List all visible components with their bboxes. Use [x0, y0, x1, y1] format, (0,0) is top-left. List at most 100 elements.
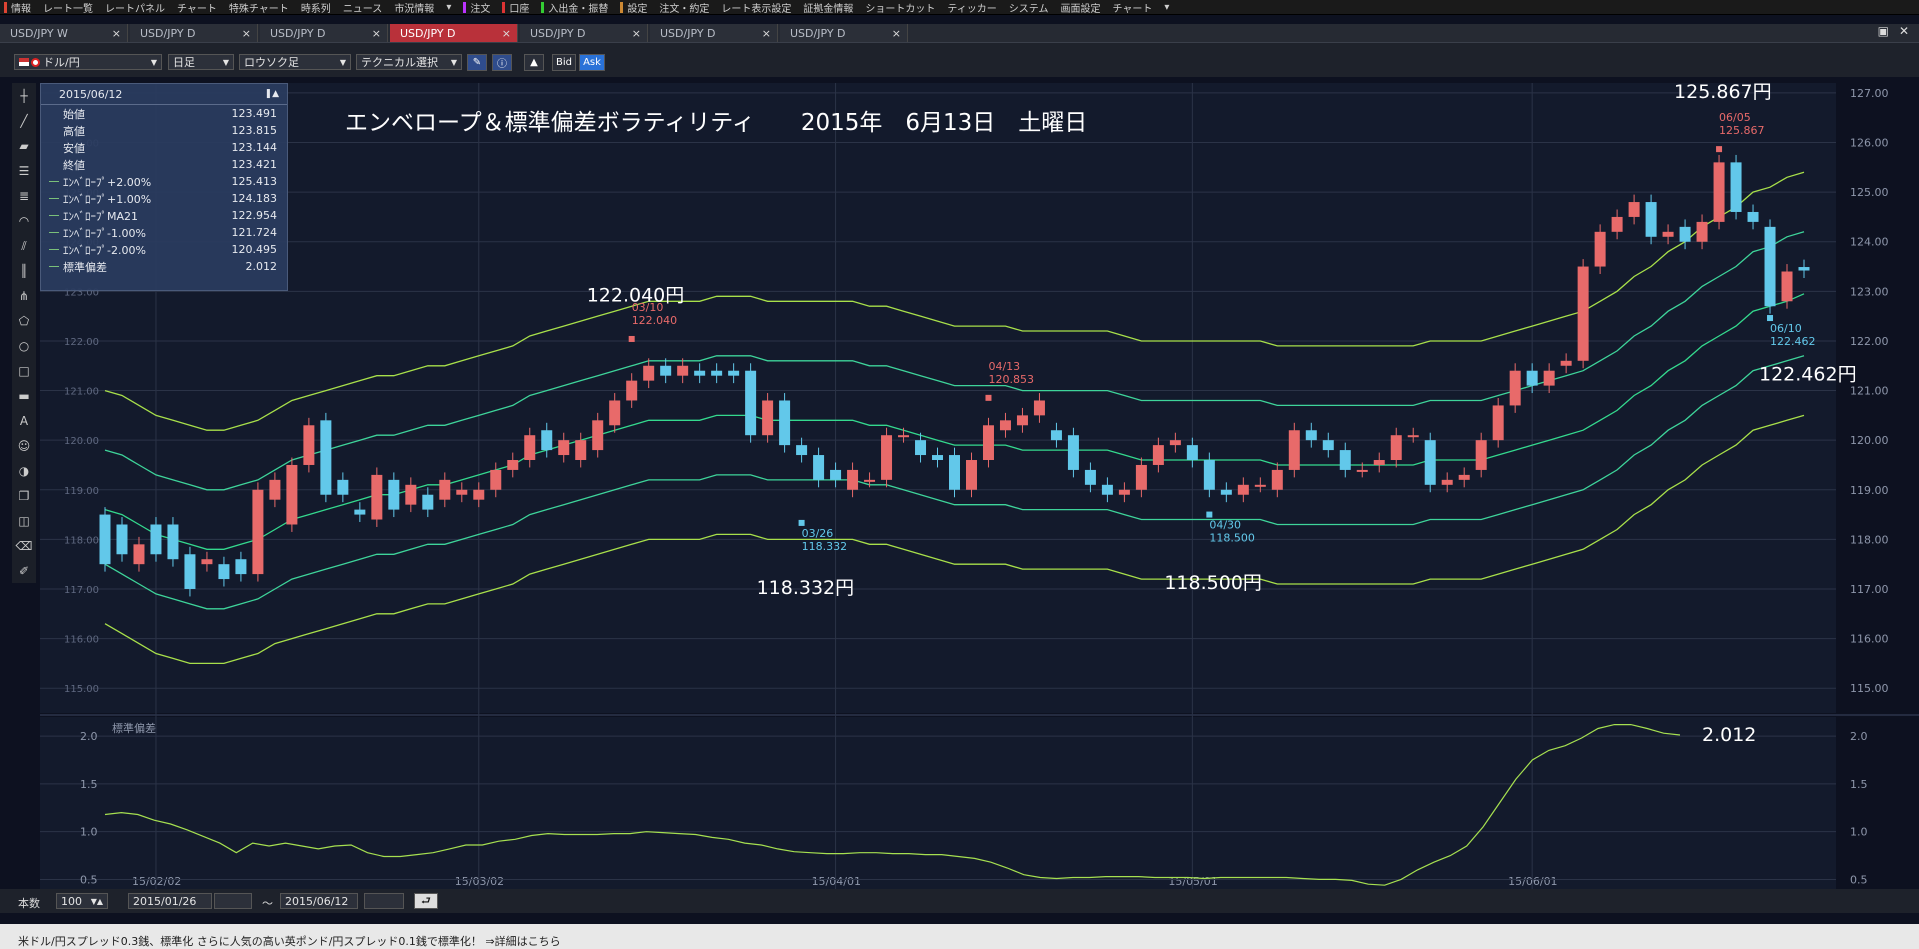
info-row: ｴﾝﾍﾞﾛｰﾌﾟ+2.00% 125.413 [41, 173, 287, 190]
copy-icon[interactable]: ❐ [13, 485, 35, 507]
candle-body [864, 479, 876, 482]
horizontal-line-icon[interactable]: ☰ [13, 160, 35, 182]
stepper-arrows-icon[interactable]: ▼▲ [91, 897, 103, 906]
menu-item[interactable]: ▾ [1160, 0, 1177, 14]
status-ticker[interactable]: 米ドル/円スプレッド0.3銭、標準化 さらに人気の高い英ポンド/円スプレッド0.… [0, 924, 1919, 949]
collapse-icon[interactable]: ❚▲ [265, 89, 279, 99]
candle [1492, 398, 1504, 448]
close-icon[interactable]: × [112, 27, 121, 40]
candle-body [1458, 474, 1470, 480]
menu-item[interactable]: ▾ [442, 0, 459, 14]
menu-item[interactable]: レート表示設定 [717, 0, 799, 15]
series-line-icon [49, 232, 59, 233]
rectangle-icon[interactable]: □ [13, 360, 35, 382]
chart-tab[interactable]: USD/JPY D × [260, 24, 388, 42]
count-value: 100 [61, 894, 82, 908]
vertical-lines-icon[interactable]: ║ [13, 260, 35, 282]
ask-button[interactable]: Ask [579, 54, 605, 71]
x-tick-label: 15/04/01 [812, 875, 861, 888]
menu-item[interactable]: 注文・約定 [655, 0, 717, 15]
chart-tab[interactable]: USD/JPY D × [130, 24, 258, 42]
menu-marker-icon [463, 1, 467, 13]
ruler-icon[interactable]: ▰ [13, 135, 35, 157]
y-tick-label: 120.00 [1850, 434, 1889, 447]
sd-tick-label-left: 1.0 [80, 826, 98, 839]
toggle-icon[interactable]: ◑ [13, 460, 35, 482]
window-controls: ▣ ✕ [1878, 24, 1909, 38]
close-icon[interactable]: × [372, 27, 381, 40]
close-icon[interactable]: × [242, 27, 251, 40]
menu-item[interactable]: システム [1005, 0, 1057, 15]
menu-item-label: レート一覧 [43, 3, 93, 15]
chart-tab[interactable]: USD/JPY W × [0, 24, 128, 42]
eraser-all-icon[interactable]: ✐ [13, 560, 35, 582]
menu-item[interactable]: 注文 [459, 0, 498, 14]
menu-item[interactable]: チャート [173, 0, 225, 15]
layers-icon[interactable]: ◫ [13, 510, 35, 532]
close-icon[interactable]: × [762, 27, 771, 40]
arc-icon[interactable]: ◠ [13, 210, 35, 232]
menu-item[interactable]: 市況情報 [390, 0, 442, 15]
close-icon[interactable]: × [892, 27, 901, 40]
menu-item[interactable]: 画面設定 [1056, 0, 1108, 15]
menu-item[interactable]: 口座 [498, 0, 537, 14]
menu-item[interactable]: 特殊チャート [225, 0, 297, 15]
candle-body [1611, 216, 1623, 232]
circle-icon[interactable]: ○ [13, 335, 35, 357]
menu-item[interactable]: 入出金・振替 [537, 0, 616, 14]
crosshair-icon[interactable]: ┼ [13, 85, 35, 107]
y-tick-label-left: 121.00 [64, 387, 99, 398]
from-time-field[interactable] [214, 893, 252, 909]
menu-item[interactable]: ニュース [339, 0, 391, 15]
menu-item-label: 注文・約定 [659, 3, 710, 15]
currency-pair-select[interactable]: ドル/円 ▼ [14, 54, 162, 70]
text-icon[interactable]: A [13, 410, 35, 432]
chart-tab[interactable]: USD/JPY D × [780, 24, 908, 42]
chart-tab[interactable]: USD/JPY D × [390, 24, 518, 42]
close-icon[interactable]: × [632, 27, 641, 40]
info-row-label: 標準偏差 [63, 260, 107, 274]
menu-item[interactable]: 設定 [616, 0, 655, 14]
menu-item[interactable]: 時系列 [297, 0, 339, 15]
return-icon[interactable]: ⮐ [414, 893, 438, 909]
menu-item[interactable]: チャート [1108, 0, 1160, 15]
marker-date: 04/30 [1209, 519, 1241, 532]
line-icon[interactable]: ▬ [13, 385, 35, 407]
period-select[interactable]: 日足 ▼ [168, 54, 234, 70]
maximize-icon[interactable]: ▣ [1878, 24, 1889, 38]
to-date-field[interactable]: 2015/06/12 [280, 893, 358, 909]
pitchfork-icon[interactable]: ⋔ [13, 285, 35, 307]
info-icon[interactable]: ⓘ [492, 54, 512, 71]
chart-tab[interactable]: USD/JPY D × [520, 24, 648, 42]
trendline-icon[interactable]: ╱ [13, 110, 35, 132]
close-window-icon[interactable]: ✕ [1899, 24, 1909, 38]
chart-tab[interactable]: USD/JPY D × [650, 24, 778, 42]
eraser-icon[interactable]: ⌫ [13, 535, 35, 557]
close-icon[interactable]: × [502, 27, 511, 40]
marker-value: 125.867 [1719, 124, 1765, 137]
mountain-chart-icon[interactable]: ▲ [524, 54, 544, 71]
menu-item[interactable]: 情報 [0, 0, 39, 14]
pen-icon[interactable]: ✎ [467, 54, 487, 71]
menu-item[interactable]: ショートカット [861, 0, 943, 15]
y-tick-label: 125.00 [1850, 186, 1889, 199]
candle [286, 457, 298, 532]
menu-item[interactable]: ティッカー [943, 0, 1004, 15]
fan-icon[interactable]: ⫽ [13, 235, 35, 257]
fibonacci-icon[interactable]: ≣ [13, 185, 35, 207]
bid-button[interactable]: Bid [552, 54, 576, 71]
smiley-icon[interactable]: ☺ [13, 435, 35, 457]
chart-type-select[interactable]: ロウソク足 ▼ [239, 54, 351, 70]
candle-body [1543, 370, 1555, 386]
pentagon-icon[interactable]: ⬠ [13, 310, 35, 332]
marker-dot [1767, 315, 1774, 322]
y-tick-label-left: 116.00 [64, 635, 99, 646]
to-time-field[interactable] [364, 893, 404, 909]
menu-item[interactable]: 証拠金情報 [799, 0, 861, 15]
count-stepper[interactable]: 100 ▼▲ [56, 893, 108, 909]
technical-select[interactable]: テクニカル選択 ▼ [356, 54, 462, 70]
menu-item[interactable]: レートパネル [101, 0, 173, 15]
menu-item[interactable]: レート一覧 [39, 0, 101, 15]
from-date-field[interactable]: 2015/01/26 [128, 893, 212, 909]
candle [982, 417, 994, 468]
